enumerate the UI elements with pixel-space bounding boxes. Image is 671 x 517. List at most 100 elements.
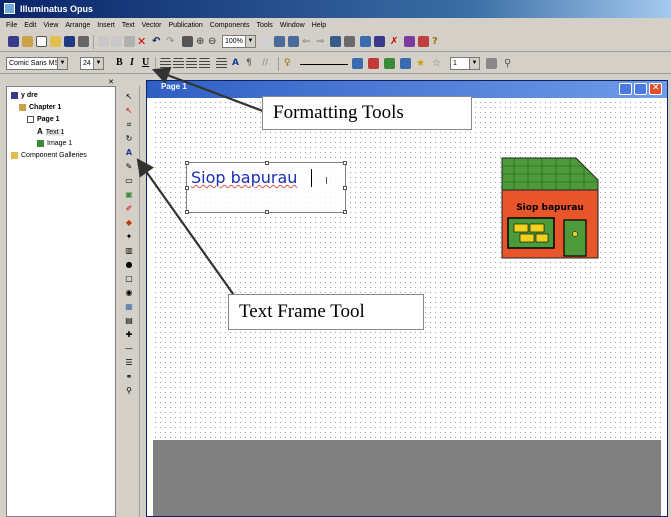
zoom-out-icon[interactable]: ⊖: [208, 36, 219, 47]
copy-icon[interactable]: [111, 36, 122, 47]
back-icon[interactable]: ⇐: [302, 36, 313, 47]
slant-icon[interactable]: //: [262, 58, 273, 69]
frame-icon[interactable]: [344, 36, 355, 47]
resize-handle[interactable]: [343, 210, 347, 214]
tree-page[interactable]: Page 1: [27, 115, 60, 125]
layers-icon[interactable]: [374, 36, 385, 47]
text-spacing-icon[interactable]: ¶: [246, 58, 257, 69]
minimize-button[interactable]: [619, 83, 632, 95]
print-icon[interactable]: [182, 36, 193, 47]
bold-button[interactable]: B: [116, 57, 123, 68]
menu-tools[interactable]: Tools: [256, 22, 272, 29]
menu-edit[interactable]: Edit: [24, 22, 36, 29]
frame-tool-icon[interactable]: ▢: [124, 274, 134, 284]
question-icon[interactable]: ?: [432, 36, 443, 47]
menu-publication[interactable]: Publication: [169, 22, 203, 29]
menu-components[interactable]: Components: [210, 22, 250, 29]
resize-handle[interactable]: [185, 210, 189, 214]
help-query-icon[interactable]: [404, 36, 415, 47]
tools-icon[interactable]: [418, 36, 429, 47]
paint-tool-icon[interactable]: ✐: [124, 204, 134, 214]
line-tool-icon[interactable]: —: [124, 344, 134, 354]
menu-window[interactable]: Window: [280, 22, 305, 29]
star-outline-icon[interactable]: ☆: [432, 58, 443, 69]
form-tool-icon[interactable]: ▤: [124, 316, 134, 326]
layout-icon[interactable]: [360, 36, 371, 47]
media-tool-icon[interactable]: ◉: [124, 288, 134, 298]
cut-icon[interactable]: [98, 36, 109, 47]
line-color-icon[interactable]: [384, 58, 395, 69]
new-file-icon[interactable]: [36, 36, 47, 47]
menu-arrange[interactable]: Arrange: [65, 22, 90, 29]
resize-handle[interactable]: [185, 186, 189, 190]
new-project-icon[interactable]: [8, 36, 19, 47]
link-tool-icon[interactable]: ⚭: [124, 372, 134, 382]
grid-icon[interactable]: [330, 36, 341, 47]
page-icon[interactable]: [274, 36, 285, 47]
line-style-icon[interactable]: ♀: [284, 58, 295, 69]
resize-handle[interactable]: [343, 161, 347, 165]
hotspot-tool-icon[interactable]: ✚: [124, 330, 134, 340]
pen-tool-icon[interactable]: ✎: [124, 162, 134, 172]
crop-tool-icon[interactable]: ⌗: [124, 120, 134, 130]
menu-text[interactable]: Text: [122, 22, 135, 29]
font-size-select[interactable]: 24 ▼: [80, 57, 104, 70]
font-name-select[interactable]: Comic Sans MS ▼: [6, 57, 68, 70]
undo-icon[interactable]: ↶: [152, 36, 163, 47]
shadow-icon[interactable]: [400, 58, 411, 69]
resize-handle[interactable]: [265, 210, 269, 214]
color-picker-icon[interactable]: [352, 58, 363, 69]
image-tool-icon[interactable]: ▣: [124, 190, 134, 200]
shop-image[interactable]: Siop bapurau: [498, 150, 600, 260]
align-right-icon[interactable]: [186, 58, 197, 69]
menu-view[interactable]: View: [43, 22, 58, 29]
bullet-list-icon[interactable]: [216, 58, 227, 69]
redo-icon[interactable]: ↷: [166, 36, 177, 47]
pointer-tool-icon[interactable]: ↖: [124, 92, 134, 102]
menu-vector[interactable]: Vector: [142, 22, 162, 29]
resize-handle[interactable]: [265, 161, 269, 165]
line-width-select[interactable]: 1 ▼: [450, 57, 480, 70]
text-frame-content[interactable]: Siop bapurau: [191, 168, 297, 187]
fill-color-icon[interactable]: [368, 58, 379, 69]
resize-handle[interactable]: [343, 186, 347, 190]
zoom-in-icon[interactable]: ⊕: [196, 36, 207, 47]
list-tool-icon[interactable]: ☰: [124, 358, 134, 368]
text-frame[interactable]: Siop bapurau I: [185, 161, 347, 214]
tree-image-item[interactable]: Image 1: [37, 139, 72, 149]
save-icon[interactable]: [64, 36, 75, 47]
close-icon[interactable]: ✕: [108, 78, 114, 86]
rotate-tool-icon[interactable]: ↻: [124, 134, 134, 144]
rectangle-tool-icon[interactable]: ▭: [124, 176, 134, 186]
maximize-button[interactable]: [634, 83, 647, 95]
chart-tool-icon[interactable]: ▥: [124, 246, 134, 256]
tree-galleries[interactable]: Component Galleries: [11, 151, 87, 161]
star-effect-icon[interactable]: ★: [416, 58, 427, 69]
zoom-tool-icon[interactable]: ⚲: [124, 386, 134, 396]
zoom-select[interactable]: 100% ▼: [222, 35, 256, 48]
button-tool-icon[interactable]: ●: [124, 260, 134, 270]
text-frame-tool-icon[interactable]: A: [124, 148, 134, 158]
resize-handle[interactable]: [185, 161, 189, 165]
forward-icon[interactable]: ⇒: [316, 36, 327, 47]
tree-root[interactable]: y dre: [11, 91, 38, 101]
menu-help[interactable]: Help: [312, 22, 326, 29]
node-tool-icon[interactable]: ↖: [124, 106, 134, 116]
fill-tool-icon[interactable]: ◆: [124, 218, 134, 228]
open-folder-icon[interactable]: [50, 36, 61, 47]
shape-tool-icon[interactable]: ✦: [124, 232, 134, 242]
paste-icon[interactable]: [124, 36, 135, 47]
tree-text-item[interactable]: A Text 1: [37, 127, 65, 138]
page-canvas[interactable]: Siop bapurau I Siop bapurau: [153, 100, 661, 440]
menu-file[interactable]: File: [6, 22, 17, 29]
menu-insert[interactable]: Insert: [97, 22, 115, 29]
close-button[interactable]: ✕: [649, 83, 662, 95]
cancel-icon[interactable]: ✗: [390, 36, 401, 47]
align-icon[interactable]: [260, 36, 271, 47]
properties-icon[interactable]: [22, 36, 33, 47]
publish-icon[interactable]: [78, 36, 89, 47]
text-effect-icon[interactable]: A: [232, 58, 243, 69]
table-tool-icon[interactable]: ▦: [124, 302, 134, 312]
delete-icon[interactable]: ✕: [137, 36, 148, 47]
justify-icon[interactable]: [199, 58, 210, 69]
